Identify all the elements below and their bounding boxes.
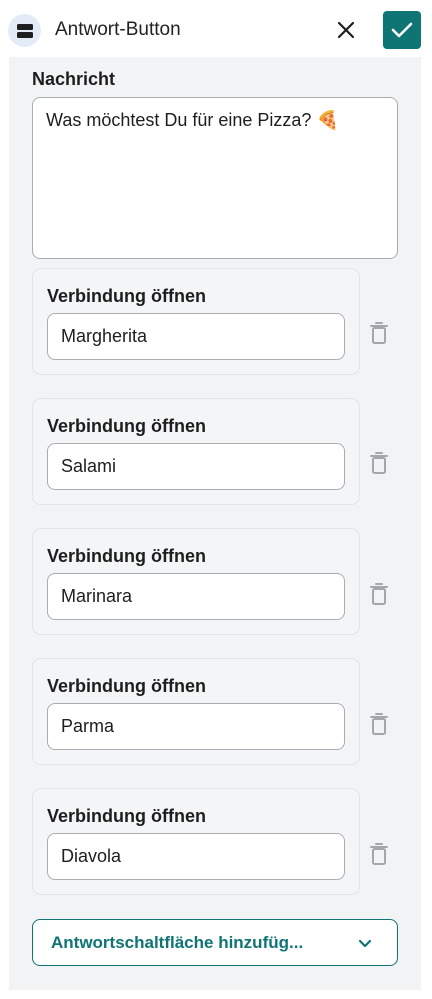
- delete-answer-button[interactable]: [367, 320, 391, 346]
- answer-card-title: Verbindung öffnen: [47, 546, 206, 566]
- answer-card: Verbindung öffnen: [32, 398, 360, 505]
- trash-icon: [370, 452, 388, 474]
- answer-card-title: Verbindung öffnen: [47, 806, 206, 826]
- trash-icon: [370, 713, 388, 735]
- delete-answer-button[interactable]: [367, 711, 391, 737]
- answer-input[interactable]: [47, 703, 345, 750]
- answer-card: Verbindung öffnen: [32, 528, 360, 635]
- add-answer-label: Antwortschaltfläche hinzufüg...: [51, 933, 304, 952]
- add-answer-button[interactable]: Antwortschaltfläche hinzufüg...: [32, 919, 398, 966]
- message-field[interactable]: Was möchtest Du für eine Pizza? 🍕: [32, 97, 398, 259]
- close-icon: [337, 21, 355, 39]
- delete-answer-button[interactable]: [367, 450, 391, 476]
- answer-input[interactable]: [47, 313, 345, 360]
- answer-input[interactable]: [47, 833, 345, 880]
- header: Antwort-Button: [0, 0, 432, 60]
- delete-answer-button[interactable]: [367, 581, 391, 607]
- answer-card: Verbindung öffnen: [32, 788, 360, 895]
- block-icon: [8, 14, 41, 47]
- answer-card: Verbindung öffnen: [32, 268, 360, 375]
- answer-input[interactable]: [47, 573, 345, 620]
- trash-icon: [370, 583, 388, 605]
- message-label: Nachricht: [32, 69, 116, 89]
- answer-card: Verbindung öffnen: [32, 658, 360, 765]
- page-title: Antwort-Button: [55, 19, 181, 40]
- confirm-button[interactable]: [383, 11, 421, 49]
- delete-answer-button[interactable]: [367, 841, 391, 867]
- check-icon: [391, 22, 413, 38]
- answer-card-title: Verbindung öffnen: [47, 416, 206, 436]
- answer-card-title: Verbindung öffnen: [47, 286, 206, 306]
- trash-icon: [370, 843, 388, 865]
- chevron-down-icon: [358, 939, 372, 948]
- trash-icon: [370, 322, 388, 344]
- close-button[interactable]: [330, 14, 362, 46]
- answer-card-title: Verbindung öffnen: [47, 676, 206, 696]
- answer-input[interactable]: [47, 443, 345, 490]
